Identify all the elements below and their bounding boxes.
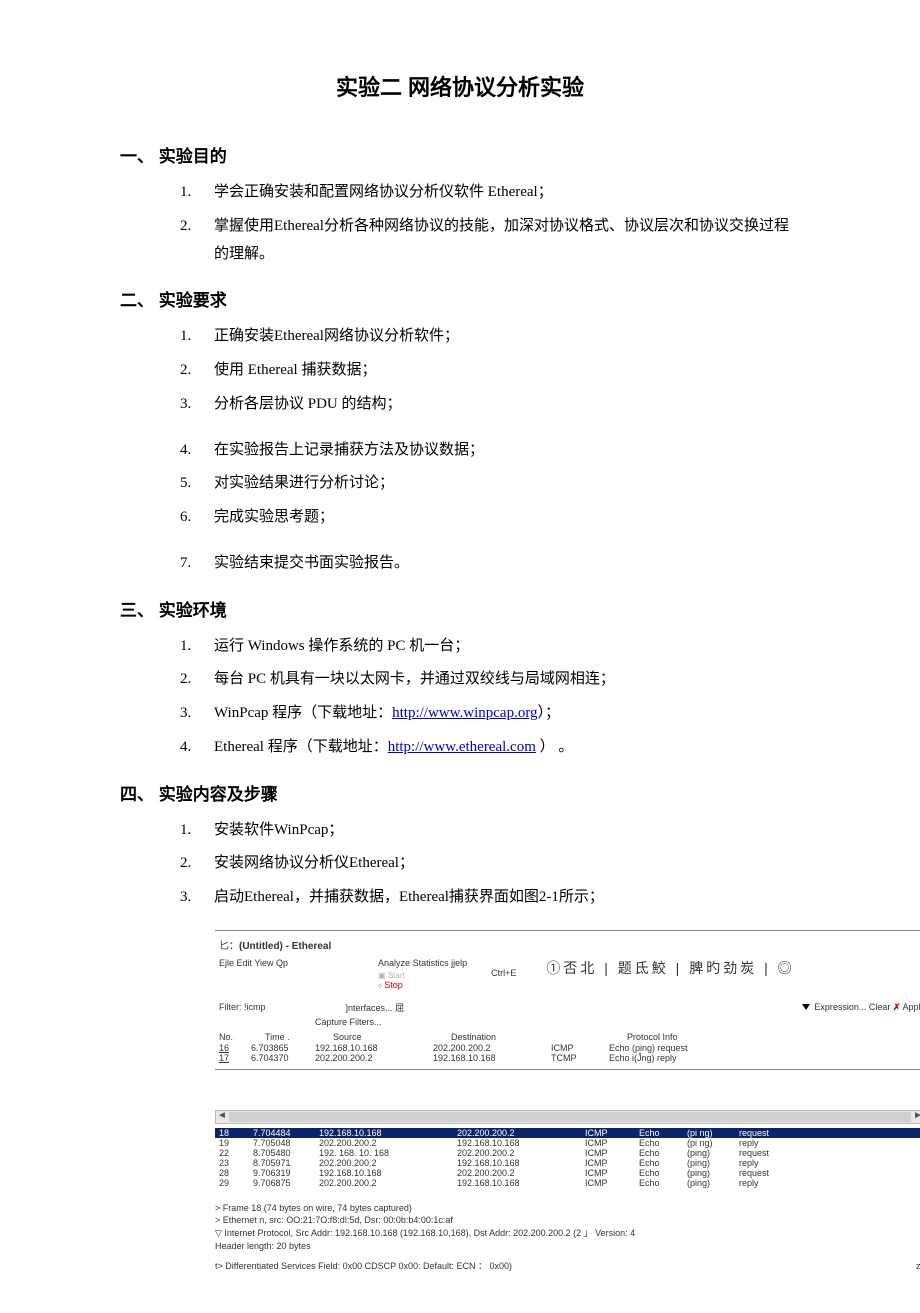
window-title: 匕：(Untitled) - Ethereal (215, 935, 920, 958)
list-item: 3.分析各层协议 PDU 的结构； (180, 391, 800, 419)
section-1-heading: 一、 实验目的 (120, 142, 800, 167)
table-row[interactable]: 166.703865192.168.10.168202.200.200.2ICM… (215, 1043, 920, 1053)
menu-capture-filters[interactable]: Capture Filters... (315, 1017, 382, 1027)
packet-detail-pane[interactable]: > Frame 18 (74 bytes on wire, 74 bytes c… (215, 1202, 920, 1273)
list-item: 2.掌握使用Ethereal分析各种网络协议的技能，加深对协议格式、协议层次和协… (180, 213, 800, 269)
list-item: 5.对实验结果进行分析讨论； (180, 470, 800, 498)
filter-label: Filter: (219, 1002, 242, 1012)
list-item: 2.安装网络协议分析仪Ethereal； (180, 850, 800, 878)
start-button[interactable]: ▣ Start (378, 971, 405, 980)
packet-header: No. Time . Source Destination Protocol I… (215, 1031, 920, 1043)
toolbar-icons[interactable]: ①否北 | 题氐鮫 | 脾旳劲炭 | ◎ (546, 958, 794, 978)
filter-value[interactable]: !icmp (244, 1002, 266, 1012)
table-row[interactable]: 176.704370202.200.200.2192.168.10.168TCM… (215, 1053, 920, 1063)
section-4-heading: 四、 实验内容及步骤 (120, 780, 800, 805)
list-item: 4.Ethereal 程序（下载地址：http://www.ethereal.c… (180, 734, 800, 762)
list-item: 2.使用 Ethereal 捕获数据； (180, 357, 800, 385)
apply-button[interactable]: Apply (902, 1002, 920, 1012)
detail-line: Header length: 20 bytes (215, 1240, 920, 1253)
table-row[interactable]: 228.705480192. 168. 10. 168202.200.200.2… (215, 1148, 920, 1158)
expression-button[interactable]: Expression... Clear (814, 1002, 890, 1012)
detail-line: t> Differentiated Services Field: 0x00 C… (215, 1260, 920, 1273)
list-item: 7.实验结束提交书面实验报告。 (180, 550, 800, 578)
table-row[interactable]: 238.705971202.200.200.2192.168.10.168ICM… (215, 1158, 920, 1168)
menu-bar[interactable]: Ejle Edit Yiew Qp (219, 958, 288, 968)
figure-ethereal: 匕：(Untitled) - Ethereal Ejle Edit Yiew Q… (215, 930, 920, 1273)
table-row[interactable]: 289.706319192.168.10.168202.200.200.2ICM… (215, 1168, 920, 1178)
list-item: 1.学会正确安装和配置网络协议分析仪软件 Ethereal； (180, 179, 800, 207)
section-3-list: 1.运行 Windows 操作系统的 PC 机一台； 2.每台 PC 机具有一块… (180, 633, 800, 762)
shortcut-ctrl-e: Ctrl+E (491, 968, 516, 978)
link-ethereal[interactable]: http://www.ethereal.com (388, 739, 536, 755)
section-4-list: 1.安装软件WinPcap； 2.安装网络协议分析仪Ethereal； 3.启动… (180, 817, 800, 912)
packet-rows-bottom[interactable]: 187.704484192.168.10.168202.200.200.2ICM… (215, 1128, 920, 1188)
list-item: 3.WinPcap 程序（下载地址：http://www.winpcap.org… (180, 700, 800, 728)
list-item: 1.安装软件WinPcap； (180, 817, 800, 845)
section-1-list: 1.学会正确安装和配置网络协议分析仪软件 Ethereal； 2.掌握使用Eth… (180, 179, 800, 268)
detail-line: > Ethernet n, src: OO:21:7O:f8:dl:5d, Ds… (215, 1214, 920, 1227)
doc-title: 实验二 网络协议分析实验 (120, 70, 800, 102)
list-item: 6.完成实验思考题； (180, 504, 800, 532)
list-item: 3.启动Ethereal，并捕获数据，Ethereal捕获界面如图2-1所示； (180, 884, 800, 912)
detail-line: ▽ Internet Protocol, Src Addr: 192.168.1… (215, 1227, 920, 1240)
detail-line: > Frame 18 (74 bytes on wire, 74 bytes c… (215, 1202, 920, 1215)
menu-analyze[interactable]: Analyze Statistics jjelp (378, 958, 467, 968)
list-item: 1.运行 Windows 操作系统的 PC 机一台； (180, 633, 800, 661)
horizontal-scrollbar[interactable] (215, 1110, 920, 1124)
stop-button[interactable]: Stop (378, 980, 403, 990)
dropdown-icon[interactable] (802, 1004, 810, 1010)
list-item: 1.正确安装Ethereal网络协议分析软件； (180, 323, 800, 351)
section-2-list: 1.正确安装Ethereal网络协议分析软件； 2.使用 Ethereal 捕获… (180, 323, 800, 577)
table-row[interactable]: 299.706875202.200.200.2192.168.10.168ICM… (215, 1178, 920, 1188)
section-3-heading: 三、 实验环境 (120, 596, 800, 621)
table-row[interactable]: 197.705048202.200.200.2192.168.10.168ICM… (215, 1138, 920, 1148)
packet-rows-top[interactable]: 166.703865192.168.10.168202.200.200.2ICM… (215, 1043, 920, 1063)
menu-interfaces[interactable]: ]nterfaces... 屈 (346, 1001, 405, 1014)
list-item: 4.在实验报告上记录捕获方法及协议数据； (180, 437, 800, 465)
section-2-heading: 二、 实验要求 (120, 286, 800, 311)
list-item: 2.每台 PC 机具有一块以太网卡，并通过双绞线与局域网相连； (180, 666, 800, 694)
link-winpcap[interactable]: http://www.winpcap.org (392, 705, 537, 721)
table-row-selected[interactable]: 187.704484192.168.10.168202.200.200.2ICM… (215, 1128, 920, 1138)
